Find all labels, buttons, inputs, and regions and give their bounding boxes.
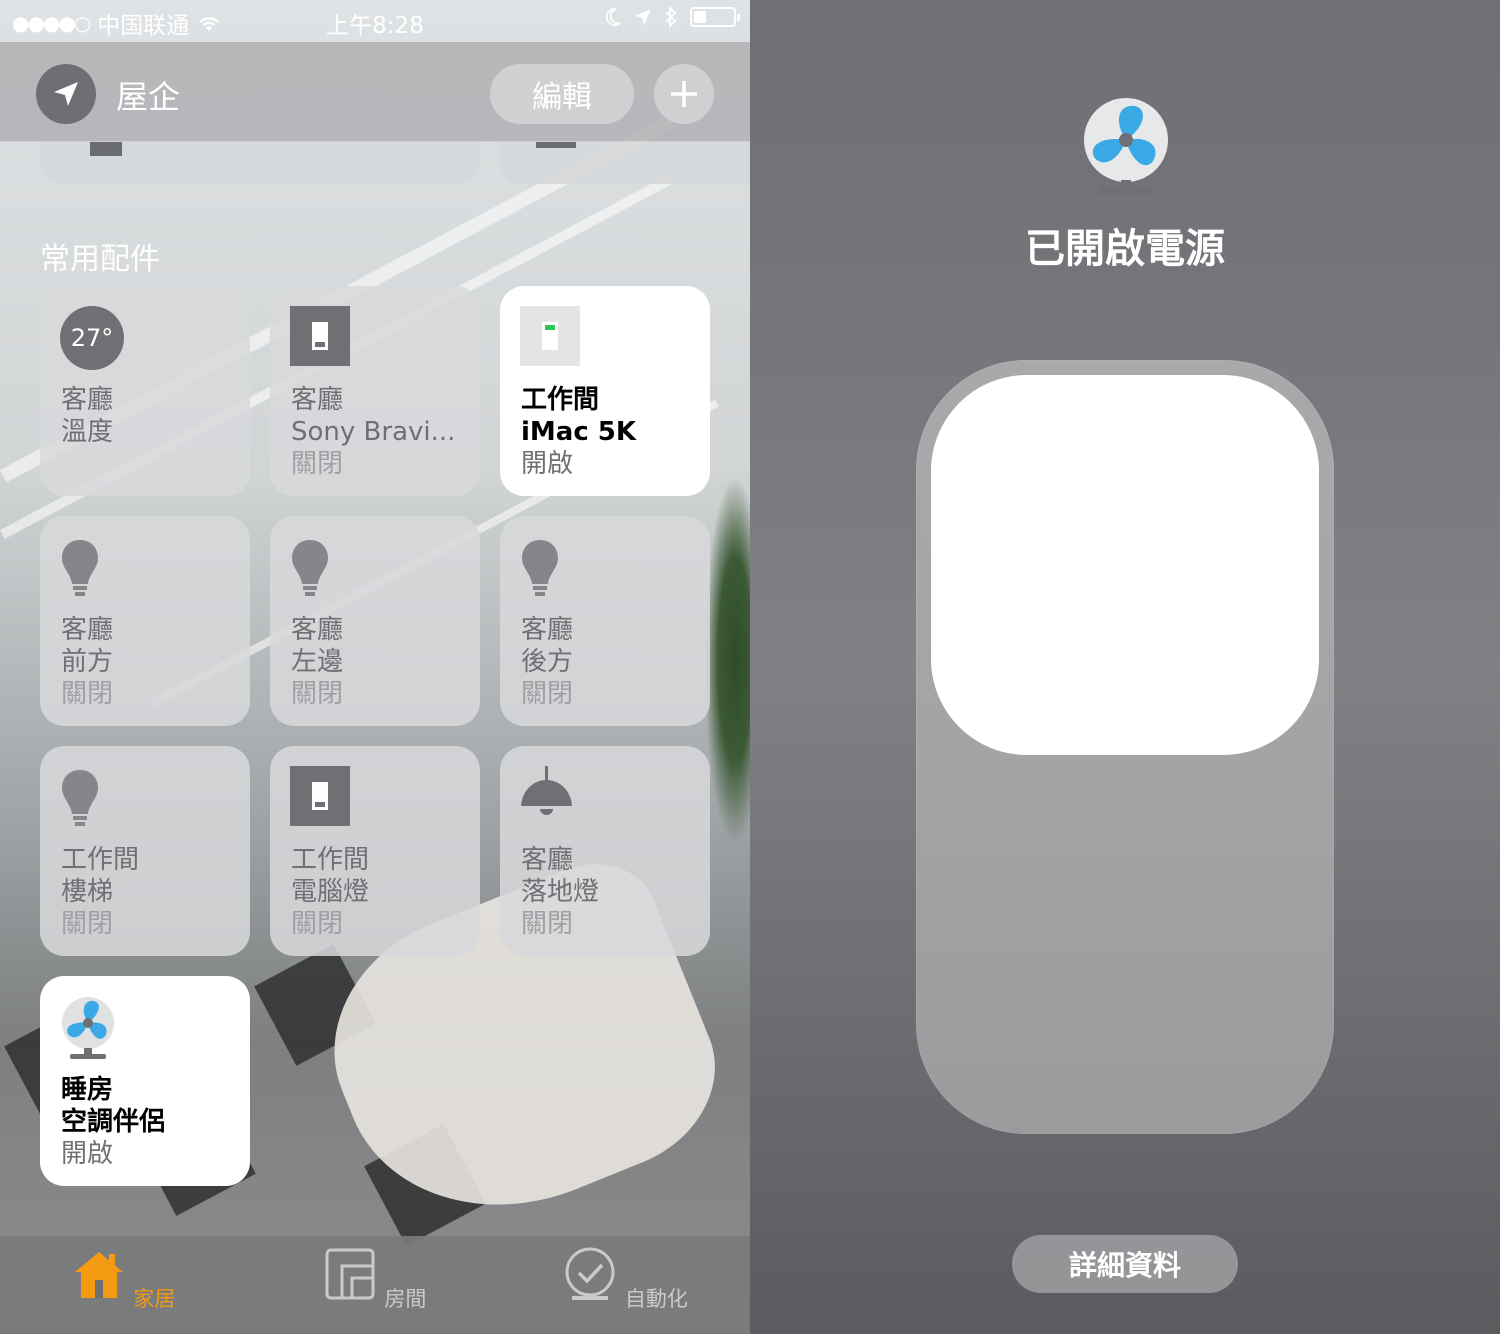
switch-icon — [290, 766, 354, 830]
tile-room: 客廳 — [521, 615, 574, 645]
tile-state: 關閉 — [61, 679, 114, 709]
plus-icon — [671, 81, 697, 107]
accessory-tile-imac[interactable]: 工作間 iMac 5K 開啟 — [500, 286, 710, 496]
tile-state: 關閉 — [291, 449, 344, 479]
thermometer-icon: 27° — [60, 306, 124, 370]
switch-graphic — [290, 306, 350, 366]
tile-room: 客廳 — [291, 615, 344, 645]
switch-graphic — [520, 306, 580, 366]
clock-check-icon — [565, 1247, 615, 1300]
switch-icon — [290, 306, 354, 370]
home-screen: ●●●●○ 中国联通 上午8:28 屋企 編輯 常用配件 27° 客廳 溫度 客… — [0, 0, 750, 1334]
tab-home-label: 家居 — [133, 1287, 176, 1311]
tile-name: Sony Bravi... — [291, 417, 456, 447]
accessory-tile-light-front[interactable]: 客廳 前方 關閉 — [40, 516, 250, 726]
tile-room: 睡房 — [61, 1075, 114, 1105]
tile-state: 關閉 — [521, 909, 574, 939]
tile-room: 工作間 — [521, 385, 600, 415]
tile-room: 客廳 — [61, 615, 114, 645]
power-slider-fill[interactable] — [931, 375, 1319, 755]
accessory-tile-fan[interactable]: 睡房 空調伴侶 開啟 — [40, 976, 250, 1186]
bulb-icon — [62, 540, 98, 596]
house-icon — [74, 1252, 123, 1298]
scene-icon-partial — [90, 142, 122, 156]
tile-room: 工作間 — [61, 845, 140, 875]
accessory-tile-floor-lamp[interactable]: 客廳 落地燈 關閉 — [500, 746, 710, 956]
tile-state: 開啟 — [61, 1139, 114, 1169]
location-button[interactable] — [36, 64, 96, 124]
location-arrow-icon — [54, 82, 78, 106]
edit-button[interactable]: 編輯 — [490, 64, 634, 124]
status-icons — [604, 6, 740, 28]
tab-automation[interactable]: 自動化 — [550, 1246, 700, 1313]
bulb-icon — [292, 540, 328, 596]
accessory-tile-sony[interactable]: 客廳 Sony Bravi... 關閉 — [270, 286, 480, 496]
home-title[interactable]: 屋企 — [116, 72, 180, 118]
accessory-tile-light-left[interactable]: 客廳 左邊 關閉 — [270, 516, 480, 726]
scene-card-partial[interactable] — [40, 142, 480, 184]
tile-state: 關閉 — [291, 679, 344, 709]
add-button[interactable] — [654, 64, 714, 124]
fan-icon — [62, 997, 114, 1059]
accessory-tile-light-back[interactable]: 客廳 後方 關閉 — [500, 516, 710, 726]
section-title: 常用配件 — [40, 242, 160, 277]
tab-rooms[interactable]: 房間 — [299, 1246, 449, 1313]
switch-on-icon — [520, 306, 584, 370]
tile-name: 樓梯 — [61, 877, 114, 907]
tile-room: 工作間 — [291, 845, 370, 875]
rooms-icon — [325, 1248, 375, 1300]
tab-home[interactable]: 家居 — [48, 1246, 198, 1313]
temperature-badge: 27° — [60, 306, 124, 370]
moon-icon — [605, 8, 621, 26]
tile-name: 前方 — [61, 647, 114, 677]
tile-room: 客廳 — [61, 385, 114, 415]
scene-card-partial[interactable] — [500, 142, 750, 184]
location-icon — [635, 9, 651, 25]
tile-name: 左邊 — [291, 647, 344, 677]
accessory-tile-temperature[interactable]: 27° 客廳 溫度 — [40, 286, 250, 496]
tile-name: 空調伴侶 — [61, 1107, 166, 1137]
accessory-tile-computer-lamp[interactable]: 工作間 電腦燈 關閉 — [270, 746, 480, 956]
accessory-detail-screen: 已開啟電源 詳細資料 — [750, 0, 1500, 1334]
tile-name: 落地燈 — [521, 877, 600, 907]
tile-room: 客廳 — [291, 385, 344, 415]
details-button[interactable]: 詳細資料 — [1012, 1235, 1238, 1293]
switch-graphic — [290, 766, 350, 826]
tab-bar: 家居 房間 自動化 — [0, 1236, 750, 1334]
scene-icon-partial — [536, 142, 576, 148]
pendant-lamp-icon — [521, 766, 572, 815]
status-bar: ●●●●○ 中国联通 上午8:28 — [0, 0, 750, 42]
fan-icon — [1084, 98, 1168, 195]
tile-name: 溫度 — [61, 417, 114, 447]
tab-automation-label: 自動化 — [624, 1287, 688, 1311]
tile-room: 客廳 — [521, 845, 574, 875]
tile-name: 後方 — [521, 647, 574, 677]
battery-icon — [690, 7, 740, 27]
bulb-icon — [522, 540, 558, 596]
tile-name: 電腦燈 — [291, 877, 370, 907]
power-status: 已開啟電源 — [1025, 226, 1225, 272]
tile-state: 關閉 — [521, 679, 574, 709]
tab-rooms-label: 房間 — [384, 1287, 427, 1311]
bluetooth-icon — [665, 6, 677, 28]
accessory-tile-light-stairs[interactable]: 工作間 樓梯 關閉 — [40, 746, 250, 956]
bg-decor — [705, 480, 750, 840]
tile-name: iMac 5K — [521, 417, 637, 447]
tile-state: 關閉 — [291, 909, 344, 939]
tile-state: 關閉 — [61, 909, 114, 939]
home-navbar: 屋企 編輯 — [0, 42, 750, 142]
bulb-icon — [62, 770, 98, 826]
tile-state: 開啟 — [521, 449, 574, 479]
